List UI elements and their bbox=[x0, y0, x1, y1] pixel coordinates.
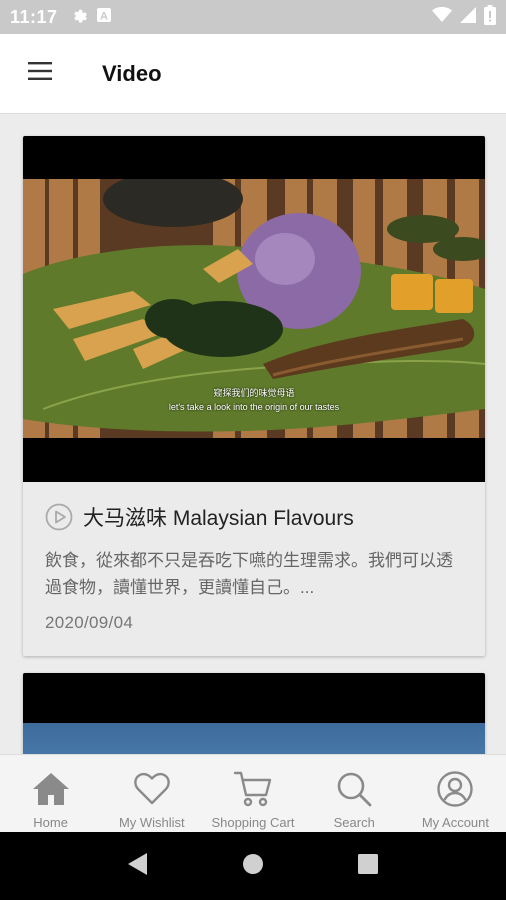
account-icon bbox=[435, 769, 475, 809]
page-title: Video bbox=[102, 60, 162, 86]
signal-icon bbox=[460, 6, 476, 28]
nav-label: My Wishlist bbox=[118, 815, 185, 830]
home-circle-icon bbox=[242, 853, 264, 880]
recents-icon bbox=[358, 853, 379, 879]
video-title[interactable]: 大马滋味 Malaysian Flavours bbox=[83, 502, 354, 532]
video-subtitle-en: let's take a look into the origin of our… bbox=[168, 402, 340, 412]
system-recents-button[interactable] bbox=[344, 842, 392, 890]
home-icon bbox=[31, 769, 71, 809]
system-back-button[interactable] bbox=[114, 842, 162, 890]
video-description: 飲食，從來都不只是吞吃下嚥的生理需求。我們可以透過食物，讀懂世界，更讀懂自己。.… bbox=[45, 551, 453, 597]
battery-icon bbox=[484, 4, 496, 30]
search-icon bbox=[334, 769, 374, 809]
card-body: 大马滋味 Malaysian Flavours 飲食，從來都不只是吞吃下嚥的生理… bbox=[23, 502, 485, 633]
nav-item-search[interactable]: Search bbox=[304, 755, 405, 832]
nav-label: Home bbox=[33, 815, 68, 830]
menu-button[interactable] bbox=[0, 34, 80, 114]
nav-item-home[interactable]: Home bbox=[0, 755, 101, 832]
system-home-button[interactable] bbox=[229, 842, 277, 890]
video-date: 2020/09/04 bbox=[45, 613, 134, 632]
nav-label: Search bbox=[333, 815, 375, 830]
status-right-icons bbox=[432, 4, 496, 30]
nav-item-wishlist[interactable]: My Wishlist bbox=[101, 755, 202, 832]
food-image bbox=[23, 179, 485, 438]
status-time: 11:17 bbox=[10, 6, 58, 27]
nav-label: Shopping Cart bbox=[211, 815, 295, 830]
back-icon bbox=[127, 852, 149, 881]
card-title-row: 大马滋味 Malaysian Flavours bbox=[45, 502, 463, 532]
gear-icon bbox=[70, 6, 88, 29]
nav-item-account[interactable]: My Account bbox=[405, 755, 506, 832]
video-card[interactable] bbox=[23, 673, 485, 754]
status-left-icons: A bbox=[70, 6, 112, 29]
app-bar: Video bbox=[0, 34, 506, 114]
video-thumbnail[interactable] bbox=[23, 673, 485, 754]
nav-label: My Account bbox=[421, 815, 490, 830]
wifi-icon bbox=[432, 6, 452, 28]
video-thumbnail[interactable]: 窥探我们的味觉母语 let's take a look into the ori… bbox=[23, 136, 485, 482]
video-list[interactable]: 窥探我们的味觉母语 let's take a look into the ori… bbox=[0, 114, 506, 754]
svg-text:A: A bbox=[100, 10, 108, 22]
system-nav-bar bbox=[0, 832, 506, 900]
play-circle-icon bbox=[45, 503, 73, 531]
bottom-nav: Home My Wishlist Shopping Cart Search My… bbox=[0, 754, 506, 832]
a-letter-icon: A bbox=[96, 7, 112, 28]
video-subtitle-cn: 窥探我们的味觉母语 bbox=[213, 388, 295, 398]
video-card[interactable]: 窥探我们的味觉母语 let's take a look into the ori… bbox=[23, 136, 485, 656]
status-bar: 11:17 A bbox=[0, 0, 506, 34]
cart-icon bbox=[233, 769, 273, 809]
hamburger-menu-icon bbox=[28, 61, 52, 86]
sky-image bbox=[23, 723, 485, 754]
heart-icon bbox=[132, 769, 172, 809]
nav-item-cart[interactable]: Shopping Cart bbox=[202, 755, 303, 832]
